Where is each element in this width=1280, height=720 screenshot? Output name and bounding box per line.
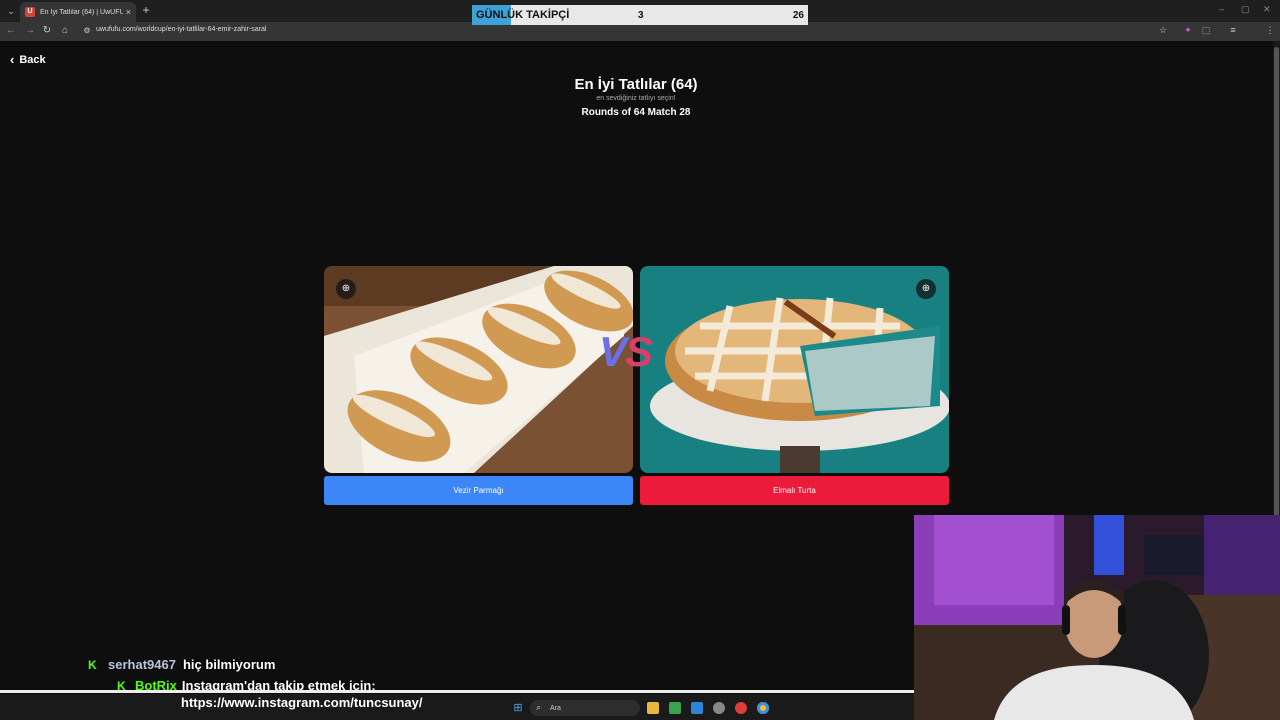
- reload-icon[interactable]: ↻: [41, 25, 53, 37]
- page-title: En İyi Tatlılar (64): [574, 76, 698, 93]
- tab-title: En İyi Tatlılar (64) | UwUFUFU: [40, 8, 123, 16]
- close-window-icon[interactable]: ✕: [1263, 4, 1271, 15]
- page-subtitle: en sevdiğiniz tatlıyı seçin!: [596, 95, 676, 102]
- tab-close-icon[interactable]: ×: [126, 7, 131, 17]
- search-icon: ⌕: [536, 702, 542, 712]
- follower-goal-target: 26: [792, 9, 804, 21]
- chat-message-text: hiç bilmiyorum: [182, 657, 276, 672]
- back-button[interactable]: ‹ Back: [10, 52, 46, 67]
- tab-list-button[interactable]: ⌄: [4, 4, 18, 18]
- webcam-video: [914, 515, 1280, 720]
- address-bar-url[interactable]: uwufufu.com/worldcup/en-iyi-tatlilar-64-…: [96, 26, 266, 33]
- vezir-parmagi-photo: [324, 266, 633, 473]
- vs-v-letter: V: [599, 328, 627, 375]
- taskbar-divider: [0, 690, 914, 693]
- app-green-icon[interactable]: [669, 702, 681, 714]
- app-gray-icon[interactable]: [713, 702, 725, 714]
- streamer-webcam: [914, 515, 1280, 720]
- forward-nav-icon[interactable]: →: [24, 25, 36, 37]
- choose-left-button[interactable]: Vezir Parmağı: [324, 476, 633, 505]
- browser-menu-icon[interactable]: ⋮: [1264, 25, 1276, 36]
- chat-username: serhat9467: [108, 657, 176, 672]
- extensions-puzzle-icon[interactable]: ⬚: [1200, 25, 1212, 36]
- choose-right-button[interactable]: Elmalı Turta: [640, 476, 949, 505]
- site-favicon-icon: U: [25, 7, 35, 17]
- maximize-icon[interactable]: ▢: [1241, 4, 1250, 15]
- vs-s-letter: S: [625, 328, 653, 375]
- extension-icon[interactable]: ✦: [1182, 25, 1194, 36]
- candidate-image-right[interactable]: [640, 266, 949, 473]
- vs-label: VS: [599, 328, 679, 376]
- kick-icon: K: [88, 657, 97, 672]
- screen: ⌄ U En İyi Tatlılar (64) | UwUFUFU × + –…: [0, 0, 1280, 720]
- taskbar-search-placeholder: Ara: [550, 704, 561, 712]
- new-tab-button[interactable]: +: [140, 3, 152, 17]
- home-icon[interactable]: ⌂: [59, 25, 71, 37]
- site-info-icon[interactable]: ⚙: [81, 25, 93, 37]
- candidate-image-left[interactable]: [324, 266, 633, 473]
- media-control-icon[interactable]: ≡: [1227, 25, 1239, 35]
- minimize-icon[interactable]: –: [1219, 4, 1224, 14]
- back-label: Back: [19, 53, 46, 66]
- app-red-icon[interactable]: [735, 702, 747, 714]
- chat-message: K serhat9467 hiç bilmiyorum: [88, 654, 376, 675]
- windows-start-icon[interactable]: ⊞: [512, 702, 524, 714]
- follower-goal-label: GÜNLÜK TAKİPÇİ: [476, 9, 570, 21]
- round-info: Rounds of 64 Match 28: [581, 107, 691, 118]
- follower-goal-current: 3: [638, 9, 644, 21]
- elmali-turta-photo: [640, 266, 949, 473]
- taskbar-search[interactable]: ⌕ Ara: [530, 700, 640, 716]
- windows-taskbar: [0, 694, 914, 720]
- back-nav-icon[interactable]: ←: [5, 25, 17, 37]
- app-blue-icon[interactable]: [691, 702, 703, 714]
- file-explorer-icon[interactable]: [647, 702, 659, 714]
- daily-follower-goal-bar: GÜNLÜK TAKİPÇİ 3 26: [472, 5, 808, 25]
- bookmark-star-icon[interactable]: ☆: [1157, 25, 1169, 36]
- zoom-right-icon[interactable]: ⊕: [916, 279, 936, 299]
- browser-tab-active[interactable]: U En İyi Tatlılar (64) | UwUFUFU ×: [20, 2, 136, 22]
- zoom-left-icon[interactable]: ⊕: [336, 279, 356, 299]
- chevron-left-icon: ‹: [10, 52, 15, 67]
- chat-message-continuation: https://www.instagram.com/tuncsunay/: [181, 695, 423, 710]
- chrome-icon[interactable]: [757, 702, 769, 714]
